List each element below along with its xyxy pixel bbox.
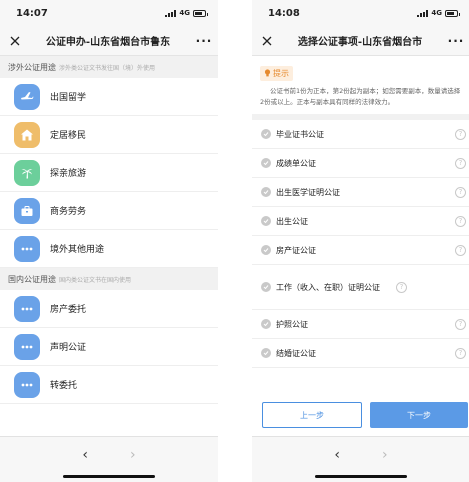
- status-bar: 14:08 4G: [252, 0, 469, 26]
- purpose-item-label: 定居移民: [50, 131, 87, 141]
- check-circle-icon: [261, 158, 271, 168]
- check-circle-icon: [261, 348, 271, 358]
- network-type: 4G: [431, 9, 442, 17]
- matter-item[interactable]: 毕业证书公证 ?: [252, 120, 469, 149]
- forward-arrow-icon[interactable]: ›: [130, 447, 136, 463]
- matter-label: 结婚证公证: [276, 348, 316, 358]
- help-icon[interactable]: ?: [455, 318, 466, 330]
- purpose-item-study-abroad[interactable]: 出国留学: [0, 78, 218, 116]
- previous-step-button[interactable]: 上一步: [262, 402, 362, 428]
- help-icon[interactable]: ?: [455, 215, 466, 227]
- check-circle-icon: [261, 245, 271, 255]
- house-icon: [14, 121, 40, 148]
- matter-item[interactable]: 工作（收入、在职）证明公证 ?: [252, 265, 469, 310]
- tip-text: 公证书前1份为正本，第2份起为副本；如您需要副本，数量请选择2份或以上。正本与副…: [260, 87, 461, 106]
- purpose-item-property-entrust[interactable]: 房产委托: [0, 290, 218, 328]
- purpose-item-label: 探亲旅游: [50, 169, 87, 179]
- section-subtitle: 涉外类公证文书发往国（境）外使用: [59, 64, 156, 72]
- matter-label: 成绩单公证: [276, 158, 316, 168]
- status-time: 14:07: [16, 7, 48, 19]
- matter-label: 护照公证: [276, 319, 308, 329]
- browser-bottom-bar: ‹ ›: [0, 436, 218, 482]
- status-bar: 14:07 4G: [0, 0, 218, 26]
- right-phone-screen: 14:08 4G 选择公证事项-山东省烟台市 ··· 提示 公证书前1份为正本，…: [252, 0, 469, 482]
- check-circle-icon: [261, 282, 271, 292]
- battery-icon: [445, 9, 460, 17]
- matter-item[interactable]: 护照公证 ?: [252, 310, 469, 339]
- section-subtitle: 国内类公证文书在国内使用: [59, 276, 132, 284]
- section-title: 国内公证用途: [8, 274, 56, 284]
- lightbulb-icon: [264, 69, 271, 77]
- network-type: 4G: [179, 9, 190, 17]
- tip-label: 提示: [273, 68, 289, 78]
- purpose-item-immigration[interactable]: 定居移民: [0, 116, 218, 154]
- matter-item[interactable]: 成绩单公证 ?: [252, 149, 469, 178]
- tip-panel: 提示 公证书前1份为正本，第2份起为副本；如您需要副本，数量请选择2份或以上。正…: [252, 56, 469, 120]
- navigation-bar: 公证申办-山东省烟台市鲁东 ···: [0, 26, 218, 56]
- purpose-item-label: 商务劳务: [50, 207, 87, 217]
- more-dots-icon: [14, 333, 40, 360]
- briefcase-icon: [14, 197, 40, 224]
- more-dots-icon: [14, 371, 40, 398]
- forward-arrow-icon[interactable]: ›: [382, 447, 388, 463]
- close-icon[interactable]: [0, 36, 30, 46]
- matter-item[interactable]: 出生公证 ?: [252, 207, 469, 236]
- purpose-item-declaration[interactable]: 声明公证: [0, 328, 218, 366]
- status-time: 14:08: [268, 7, 300, 19]
- help-icon[interactable]: ?: [455, 157, 466, 169]
- matter-label: 房产证公证: [276, 245, 316, 255]
- more-menu-icon[interactable]: ···: [442, 34, 469, 48]
- matter-label: 出生医学证明公证: [276, 187, 340, 197]
- section-header-foreign: 涉外公证用途 涉外类公证文书发往国（境）外使用: [0, 56, 218, 78]
- back-arrow-icon[interactable]: ‹: [82, 447, 88, 463]
- back-arrow-icon[interactable]: ‹: [334, 447, 340, 463]
- section-title: 涉外公证用途: [8, 62, 56, 72]
- help-icon[interactable]: ?: [455, 128, 466, 140]
- section-header-domestic: 国内公证用途 国内类公证文书在国内使用: [0, 268, 218, 290]
- purpose-item-sub-entrust[interactable]: 转委托: [0, 366, 218, 404]
- purpose-item-label: 出国留学: [50, 93, 87, 103]
- palm-tree-icon: [14, 159, 40, 186]
- matter-item[interactable]: 出生医学证明公证 ?: [252, 178, 469, 207]
- tip-badge: 提示: [260, 65, 293, 81]
- navigation-bar: 选择公证事项-山东省烟台市 ···: [252, 26, 469, 56]
- matter-item[interactable]: 房产证公证 ?: [252, 236, 469, 265]
- help-icon[interactable]: ?: [455, 347, 466, 359]
- check-circle-icon: [261, 216, 271, 226]
- page-title: 选择公证事项-山东省烟台市: [297, 37, 423, 48]
- next-step-button[interactable]: 下一步: [370, 402, 468, 428]
- page-title: 公证申办-山东省烟台市鲁东: [45, 37, 171, 48]
- left-phone-screen: 14:07 4G 公证申办-山东省烟台市鲁东 ··· 涉外公证用途 涉外类公证文…: [0, 0, 218, 482]
- help-icon[interactable]: ?: [455, 186, 466, 198]
- home-indicator: [63, 475, 155, 478]
- purpose-item-label: 境外其他用途: [50, 245, 105, 255]
- matter-label: 工作（收入、在职）证明公证: [276, 282, 380, 292]
- matter-label: 毕业证书公证: [276, 129, 324, 139]
- purpose-item-other-foreign[interactable]: 境外其他用途: [0, 230, 218, 268]
- matter-label: 出生公证: [276, 216, 308, 226]
- help-icon[interactable]: ?: [396, 281, 407, 293]
- step-buttons: 上一步 下一步: [252, 396, 469, 436]
- signal-icon: [417, 9, 429, 17]
- battery-icon: [193, 9, 208, 17]
- more-dots-icon: [14, 235, 40, 262]
- purpose-item-business[interactable]: 商务劳务: [0, 192, 218, 230]
- check-circle-icon: [261, 187, 271, 197]
- check-circle-icon: [261, 319, 271, 329]
- matter-item[interactable]: 结婚证公证 ?: [252, 339, 469, 368]
- help-icon[interactable]: ?: [455, 244, 466, 256]
- home-indicator: [315, 475, 407, 478]
- close-icon[interactable]: [252, 36, 282, 46]
- more-menu-icon[interactable]: ···: [190, 34, 218, 48]
- browser-bottom-bar: ‹ ›: [252, 436, 469, 482]
- check-circle-icon: [261, 129, 271, 139]
- more-dots-icon: [14, 295, 40, 322]
- airplane-icon: [14, 83, 40, 110]
- purpose-item-label: 转委托: [50, 381, 78, 391]
- signal-icon: [165, 9, 177, 17]
- purpose-item-label: 房产委托: [50, 305, 87, 315]
- purpose-item-label: 声明公证: [50, 343, 87, 353]
- purpose-item-travel[interactable]: 探亲旅游: [0, 154, 218, 192]
